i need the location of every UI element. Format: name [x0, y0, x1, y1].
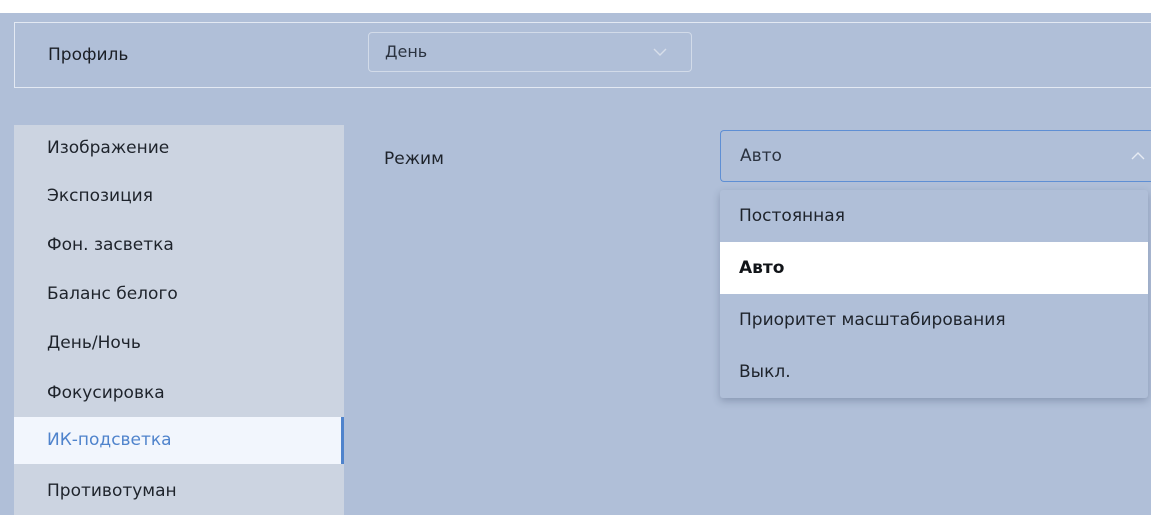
sidebar: Изображение Экспозиция Фон. засветка Бал… — [14, 125, 344, 515]
sidebar-item-white-balance[interactable]: Баланс белого — [14, 271, 344, 318]
sidebar-item-ir-light[interactable]: ИК-подсветка — [14, 417, 344, 464]
mode-option-off[interactable]: Выкл. — [720, 346, 1148, 398]
sidebar-item-defog[interactable]: Противотуман — [14, 468, 344, 515]
profile-label: Профиль — [48, 45, 129, 65]
mode-option-constant[interactable]: Постоянная — [720, 190, 1148, 242]
sidebar-item-exposure[interactable]: Экспозиция — [14, 173, 344, 220]
sidebar-item-backlight[interactable]: Фон. засветка — [14, 222, 344, 269]
chevron-down-icon — [653, 48, 667, 56]
mode-option-zoom-priority[interactable]: Приоритет масштабирования — [720, 294, 1148, 346]
top-strip — [0, 0, 1151, 13]
mode-select-value: Авто — [740, 146, 782, 166]
mode-select[interactable]: Авто — [720, 130, 1151, 182]
mode-option-auto[interactable]: Авто — [720, 242, 1148, 294]
profile-select[interactable]: День — [368, 32, 692, 72]
sidebar-item-image[interactable]: Изображение — [14, 125, 344, 172]
mode-dropdown-menu: Постоянная Авто Приоритет масштабировани… — [720, 190, 1148, 398]
sidebar-item-focus[interactable]: Фокусировка — [14, 370, 344, 417]
sidebar-item-day-night[interactable]: День/Ночь — [14, 320, 344, 367]
chevron-up-icon — [1131, 152, 1145, 160]
mode-label: Режим — [384, 149, 444, 169]
profile-select-value: День — [385, 42, 428, 61]
